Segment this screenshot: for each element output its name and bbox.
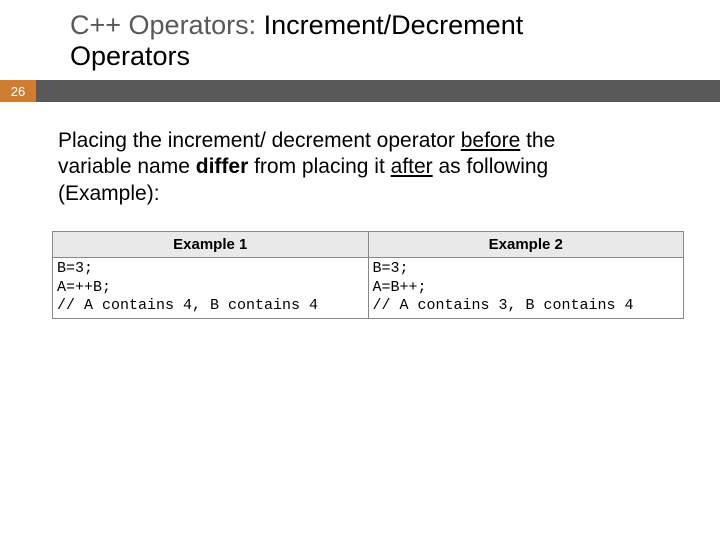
word-before: before [461,129,521,152]
body-seg3: variable name [58,155,196,178]
examples-table-wrap: Example 1 Example 2 B=3;A=++B;// A conta… [0,207,720,319]
code-line: // A contains 3, B contains 4 [373,297,678,316]
page-number-stripe [36,80,720,102]
body-seg1: Placing the increment/ decrement operato… [58,129,461,152]
code-line: // A contains 4, B contains 4 [57,297,362,316]
table-cell-right: B=3;A=B++;// A contains 3, B contains 4 [368,257,684,318]
body-seg6: (Example): [58,182,160,205]
body-seg4: from placing it [248,155,390,178]
table-header-row: Example 1 Example 2 [53,231,684,257]
table-header-2: Example 2 [368,231,684,257]
slide-title: C++ Operators: Increment/Decrement Opera… [0,0,720,80]
body-seg2: the [520,129,555,152]
table-row: B=3;A=++B;// A contains 4, B contains 4 … [53,257,684,318]
body-seg5: as following [433,155,549,178]
page-number-bar: 26 [0,80,720,102]
title-part3: Operators [70,41,720,72]
title-part1: C++ Operators: [70,10,256,40]
word-differ: differ [196,155,249,178]
examples-table: Example 1 Example 2 B=3;A=++B;// A conta… [52,231,684,319]
page-number: 26 [0,80,36,102]
body-paragraph: Placing the increment/ decrement operato… [0,102,720,207]
code-line: B=3; [57,260,362,279]
code-line: B=3; [373,260,678,279]
word-after: after [391,155,433,178]
title-part2: Increment/Decrement [264,10,524,40]
table-cell-left: B=3;A=++B;// A contains 4, B contains 4 [53,257,369,318]
table-header-1: Example 1 [53,231,369,257]
code-line: A=B++; [373,279,678,298]
code-line: A=++B; [57,279,362,298]
